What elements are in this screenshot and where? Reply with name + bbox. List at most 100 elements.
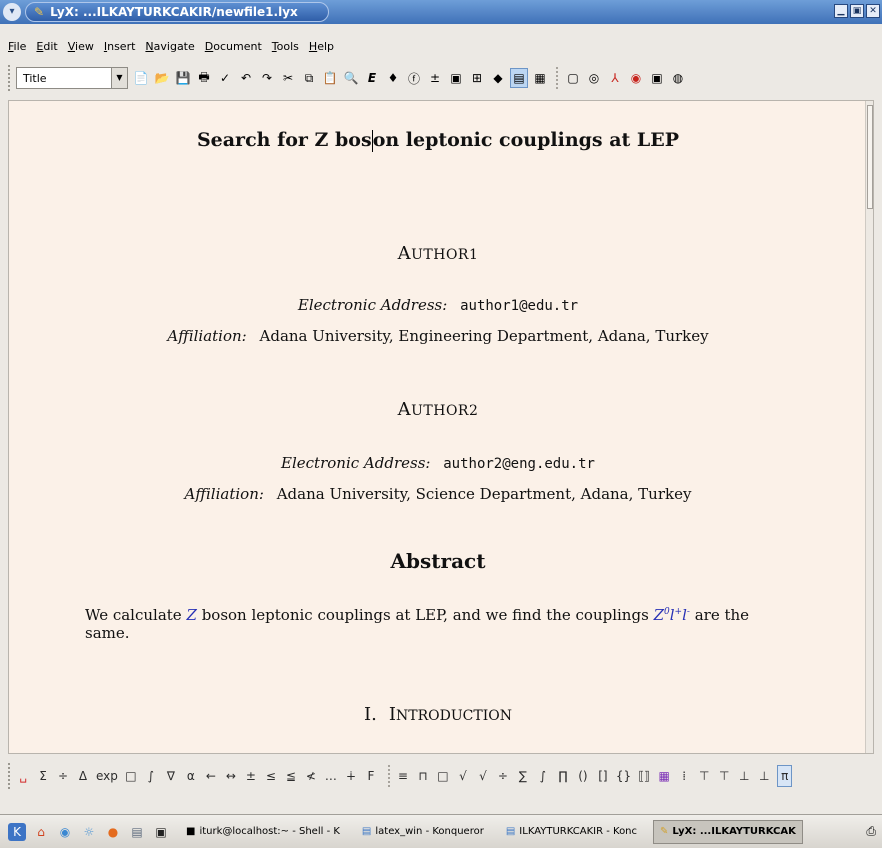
- minimize-button[interactable]: ▁: [834, 4, 848, 18]
- ps-icon[interactable]: ▣: [648, 68, 666, 88]
- taskbar-task-konqueror[interactable]: ▤ ILKAYTURKCAKIR - Konc: [500, 820, 643, 844]
- figure-icon[interactable]: ▣: [447, 68, 465, 88]
- author-1-affiliation-line[interactable]: Affiliation: Adana University, Engineeri…: [9, 327, 867, 345]
- spellcheck-icon[interactable]: ✓: [216, 68, 234, 88]
- mathbar-grip[interactable]: [8, 763, 12, 789]
- view-source-icon[interactable]: ▤: [510, 68, 528, 88]
- plusminus-icon[interactable]: ±: [244, 765, 258, 787]
- window-title-pill[interactable]: ✎ LyX: ...ILKAYTURKCAKIR/newfile1.lyx: [25, 2, 329, 22]
- big-sum-icon[interactable]: ∑: [516, 765, 530, 787]
- menu-file[interactable]: File: [8, 40, 26, 53]
- paste-icon[interactable]: 📋: [321, 68, 339, 88]
- greek-icon[interactable]: Δ: [76, 765, 90, 787]
- align-bottom2-icon[interactable]: ⊥: [757, 765, 771, 787]
- emphasis-icon[interactable]: E: [363, 68, 381, 88]
- pdf-view-icon[interactable]: ◉: [627, 68, 645, 88]
- equiv-icon[interactable]: ≡: [396, 765, 410, 787]
- fraction-icon[interactable]: ÷: [496, 765, 510, 787]
- matrix-icon[interactable]: □: [124, 765, 138, 787]
- author-2-email-line[interactable]: Electronic Address: author2@eng.edu.tr: [9, 454, 867, 472]
- menu-navigate[interactable]: Navigate: [145, 40, 194, 53]
- find-icon[interactable]: 🔍: [342, 68, 360, 88]
- document-icon[interactable]: ▤: [128, 823, 146, 841]
- cut-icon[interactable]: ✂: [279, 68, 297, 88]
- toc-icon[interactable]: ◆: [489, 68, 507, 88]
- dvi-view-icon[interactable]: ◎: [585, 68, 603, 88]
- dotplus-icon[interactable]: ∔: [344, 765, 358, 787]
- tabular-icon[interactable]: ▦: [531, 68, 549, 88]
- align-top2-icon[interactable]: ⊤: [717, 765, 731, 787]
- nabla-icon[interactable]: ∇: [164, 765, 178, 787]
- array-icon[interactable]: ▦: [657, 765, 671, 787]
- save-icon[interactable]: 💾: [174, 68, 192, 88]
- taskbar-task-latex-win[interactable]: ▤ latex_win - Konqueror: [356, 820, 490, 844]
- parentheses-icon[interactable]: (): [576, 765, 590, 787]
- function-icon[interactable]: exp: [96, 765, 118, 787]
- document-work-area[interactable]: Search for Z boson leptonic couplings at…: [8, 100, 874, 754]
- menu-document[interactable]: Document: [205, 40, 262, 53]
- scrollbar-thumb[interactable]: [867, 105, 873, 209]
- double-brackets-icon[interactable]: ⟦⟧: [637, 765, 651, 787]
- kde-icon[interactable]: K: [8, 822, 26, 841]
- space-icon[interactable]: ␣: [16, 765, 30, 787]
- align-top-icon[interactable]: ⊤: [697, 765, 711, 787]
- home-icon[interactable]: ⌂: [32, 823, 50, 841]
- frac-icon[interactable]: ÷: [56, 765, 70, 787]
- big-product-icon[interactable]: ∏: [556, 765, 570, 787]
- redo-icon[interactable]: ↷: [258, 68, 276, 88]
- sqrt-icon[interactable]: √: [456, 765, 470, 787]
- align-bottom-icon[interactable]: ⊥: [737, 765, 751, 787]
- superscript-icon[interactable]: □: [436, 765, 450, 787]
- menu-insert[interactable]: Insert: [104, 40, 136, 53]
- toolbar-grip[interactable]: [8, 65, 12, 91]
- brackets-icon[interactable]: []: [596, 765, 610, 787]
- window-menu-icon[interactable]: ▾: [3, 3, 21, 21]
- big-integral-icon[interactable]: ∫: [536, 765, 550, 787]
- chevron-down-icon[interactable]: ▼: [111, 68, 127, 88]
- section-heading-introduction[interactable]: I. INTRODUCTION: [9, 704, 867, 725]
- font-icon[interactable]: ⓕ: [405, 68, 423, 88]
- open-icon[interactable]: 📂: [153, 68, 171, 88]
- author-1-email-line[interactable]: Electronic Address: author1@edu.tr: [9, 296, 867, 314]
- document-content[interactable]: Search for Z boson leptonic couplings at…: [9, 101, 867, 753]
- dots-icon[interactable]: …: [324, 765, 338, 787]
- menu-view[interactable]: View: [68, 40, 94, 53]
- abstract-paragraph[interactable]: We calculate Z boson leptonic couplings …: [85, 606, 785, 642]
- table-icon[interactable]: ⊞: [468, 68, 486, 88]
- document-title[interactable]: Search for Z boson leptonic couplings at…: [9, 129, 867, 152]
- pdf-icon[interactable]: ⅄: [606, 68, 624, 88]
- pi-panel-icon[interactable]: π: [777, 765, 793, 787]
- arrow-left-icon[interactable]: ←: [204, 765, 218, 787]
- author-2-name[interactable]: AUTHOR2: [9, 399, 867, 420]
- new-icon[interactable]: 📄: [132, 68, 150, 88]
- dvi-icon[interactable]: ▢: [564, 68, 582, 88]
- close-button[interactable]: ✕: [866, 4, 880, 18]
- arrow-both-icon[interactable]: ↔: [224, 765, 238, 787]
- ps-view-icon[interactable]: ◍: [669, 68, 687, 88]
- system-tray-icon[interactable]: ⎙: [866, 824, 876, 839]
- author-2-affiliation-line[interactable]: Affiliation: Adana University, Science D…: [9, 485, 867, 503]
- math-icon[interactable]: ±: [426, 68, 444, 88]
- subscript-icon[interactable]: ⊓: [416, 765, 430, 787]
- menu-edit[interactable]: Edit: [36, 40, 57, 53]
- sum-icon[interactable]: Σ: [36, 765, 50, 787]
- leqq-icon[interactable]: ≦: [284, 765, 298, 787]
- braces-icon[interactable]: {}: [616, 765, 631, 787]
- layout-select[interactable]: Title ▼: [16, 67, 128, 89]
- abstract-heading[interactable]: Abstract: [9, 549, 867, 573]
- maximize-button[interactable]: ▣: [850, 4, 864, 18]
- firefox-icon[interactable]: ●: [104, 823, 122, 841]
- noun-icon[interactable]: ♦: [384, 68, 402, 88]
- menu-tools[interactable]: Tools: [272, 40, 299, 53]
- root-icon[interactable]: √: [476, 765, 490, 787]
- math-inset-z[interactable]: Z: [186, 606, 196, 624]
- taskbar-task-lyx[interactable]: ✎ LyX: ...ILKAYTURKCAK: [653, 819, 803, 844]
- vertical-scrollbar[interactable]: [865, 101, 873, 753]
- network-icon[interactable]: ☼: [80, 823, 98, 841]
- nless-icon[interactable]: ≮: [304, 765, 318, 787]
- math-inset-couplings[interactable]: Z0l+l-: [654, 606, 690, 624]
- alpha-icon[interactable]: α: [184, 765, 198, 787]
- taskbar-task-shell[interactable]: ■ iturk@localhost:~ - Shell - K: [180, 820, 346, 844]
- print-icon[interactable]: 🖶: [195, 68, 213, 88]
- browser-icon[interactable]: ◉: [56, 823, 74, 841]
